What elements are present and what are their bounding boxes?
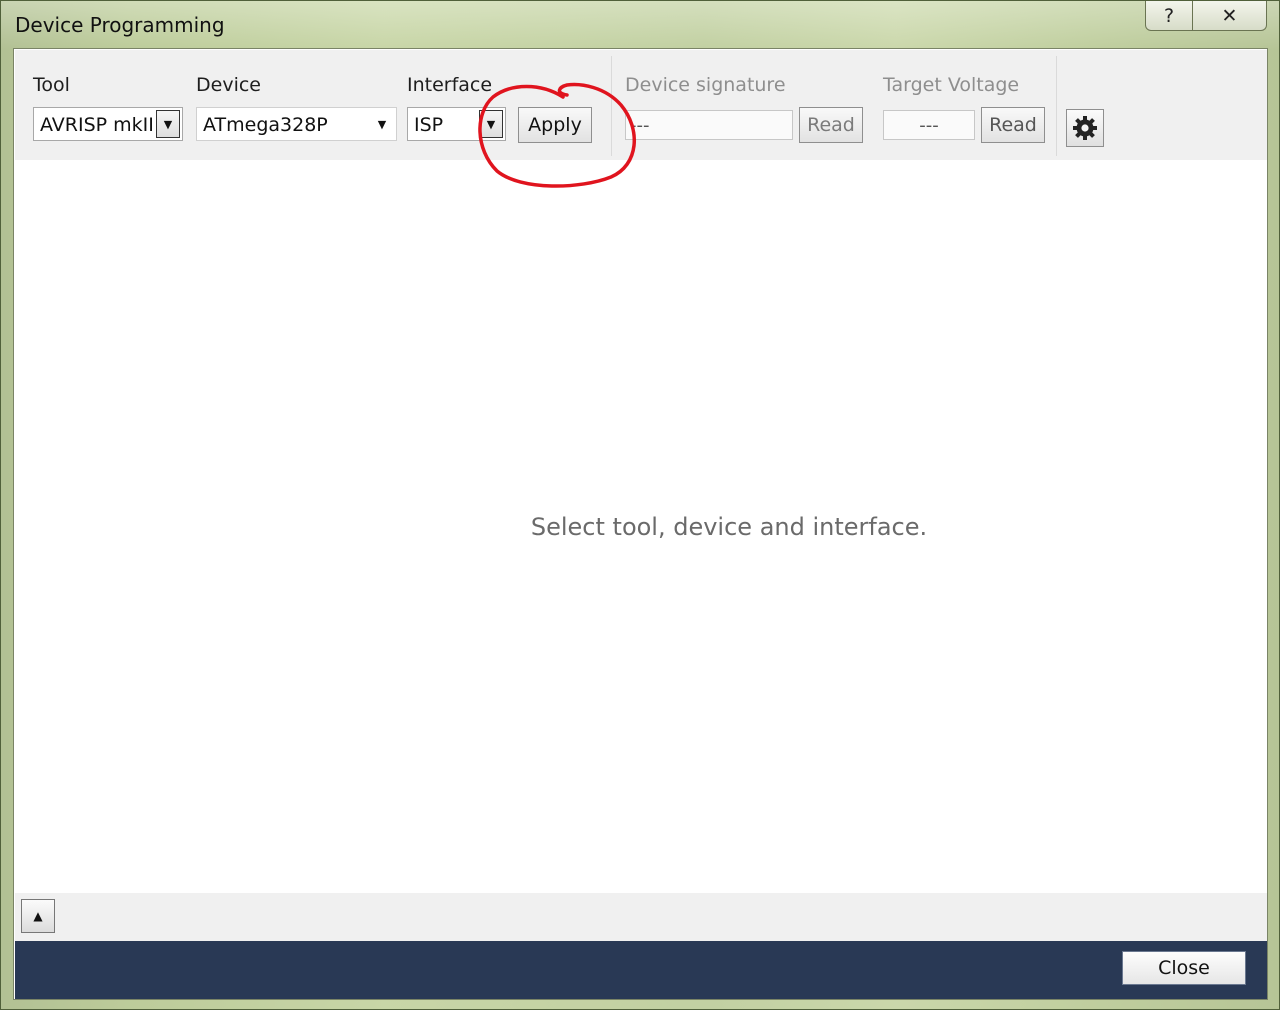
dialog-content: Tool AVRISP mkII ▼ Device ATmega328P ▼ I…	[13, 48, 1268, 1000]
help-icon: ?	[1163, 4, 1175, 27]
chevron-up-icon: ▲	[33, 909, 43, 923]
window-close-button[interactable]: ✕	[1193, 1, 1267, 31]
main-area: Select tool, device and interface.	[14, 49, 1267, 1001]
expand-panel-button[interactable]: ▲	[21, 899, 55, 933]
device-programming-window: Device Programming ? ✕ Tool AVRISP mkII …	[0, 0, 1280, 1010]
window-title: Device Programming	[15, 13, 225, 37]
empty-state-message: Select tool, device and interface.	[530, 513, 928, 541]
dialog-footer: Close	[15, 941, 1267, 999]
title-bar: Device Programming ? ✕	[1, 1, 1279, 49]
help-button[interactable]: ?	[1145, 1, 1193, 31]
close-icon: ✕	[1221, 4, 1238, 27]
close-button[interactable]: Close	[1122, 951, 1246, 985]
output-panel-strip: ▲	[15, 893, 1267, 941]
caption-buttons: ? ✕	[1145, 1, 1267, 31]
